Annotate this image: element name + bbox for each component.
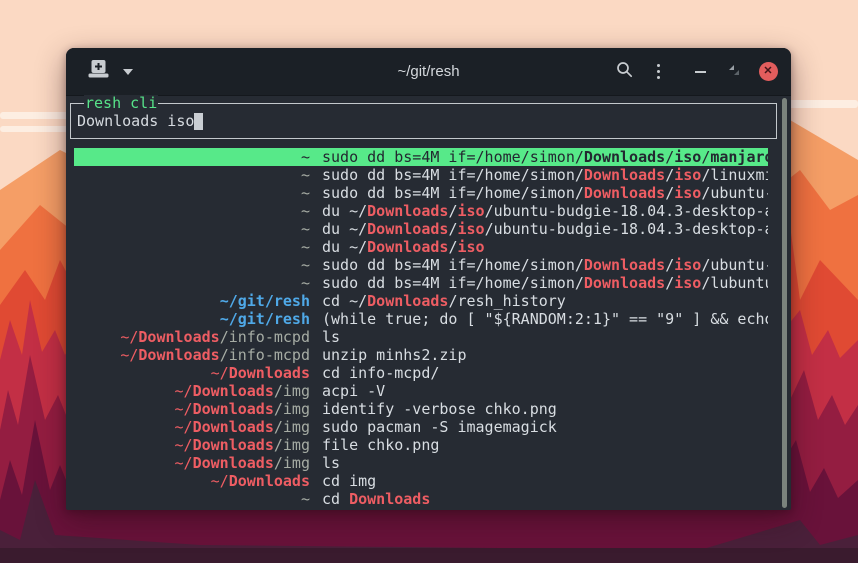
history-row[interactable]: ~/Downloads cd info-mcpd/ <box>74 364 768 382</box>
history-list: ~ sudo dd bs=4M if=/home/simon/Downloads/… <box>74 148 768 508</box>
row-command: cd ~/Downloads/resh_history <box>322 292 768 310</box>
row-command: cd Downloads <box>322 490 768 508</box>
resh-search-frame: resh cli Downloads iso <box>70 103 777 139</box>
row-directory: ~/Downloads <box>77 472 310 490</box>
row-directory: ~/git/resh <box>77 292 310 310</box>
row-directory: ~ <box>77 166 310 184</box>
row-directory: ~ <box>77 238 310 256</box>
history-row[interactable]: ~ cd Downloads <box>74 490 768 508</box>
row-command: identify -verbose chko.png <box>322 400 768 418</box>
row-directory: ~/git/resh <box>77 310 310 328</box>
row-directory: ~/Downloads/info-mcpd <box>77 328 310 346</box>
row-directory: ~/Downloads <box>77 364 310 382</box>
chevron-down-icon <box>123 69 133 75</box>
search-icon <box>616 61 633 83</box>
history-row[interactable]: ~ sudo dd bs=4M if=/home/simon/Downloads/… <box>74 274 768 292</box>
history-row[interactable]: ~/Downloads cd img <box>74 472 768 490</box>
history-row[interactable]: ~/git/resh cd ~/Downloads/resh_history <box>74 292 768 310</box>
row-directory: ~/Downloads/img <box>77 436 310 454</box>
row-directory: ~/Downloads/img <box>77 418 310 436</box>
history-row[interactable]: ~/Downloads/img sudo pacman -S imagemagic… <box>74 418 768 436</box>
row-directory: ~ <box>77 148 310 166</box>
history-row[interactable]: ~ sudo dd bs=4M if=/home/simon/Downloads/… <box>74 256 768 274</box>
restore-button[interactable] <box>717 48 751 96</box>
row-command: ls <box>322 328 768 346</box>
history-row[interactable]: ~/Downloads/img identify -verbose chko.pn… <box>74 400 768 418</box>
history-row[interactable]: ~ du ~/Downloads/iso/ubuntu-budgie-18.04.… <box>74 202 768 220</box>
row-command: du ~/Downloads/iso/ubuntu-budgie-18.04.3… <box>322 220 768 238</box>
row-command: sudo dd bs=4M if=/home/simon/Downloads/i… <box>322 166 768 184</box>
row-directory: ~ <box>77 220 310 238</box>
history-row[interactable]: ~/Downloads/info-mcpd ls <box>74 328 768 346</box>
kebab-menu-icon <box>657 64 660 79</box>
row-directory: ~ <box>77 490 310 508</box>
history-row[interactable]: ~ sudo dd bs=4M if=/home/simon/Downloads/… <box>74 184 768 202</box>
terminal-window: ~/git/resh <box>66 48 791 510</box>
resh-frame-label: resh cli <box>84 95 158 112</box>
new-tab-icon <box>88 60 109 83</box>
history-row[interactable]: ~/Downloads/info-mcpd unzip minhs2.zip <box>74 346 768 364</box>
row-command: (while true; do [ "${RANDOM:2:1}" == "9"… <box>322 310 768 328</box>
row-command: du ~/Downloads/iso <box>322 238 768 256</box>
titlebar: ~/git/resh <box>66 48 791 96</box>
history-row[interactable]: ~ sudo dd bs=4M if=/home/simon/Downloads/… <box>74 166 768 184</box>
scrollbar-thumb[interactable] <box>782 98 787 508</box>
history-row[interactable]: ~/Downloads/img file chko.png <box>74 436 768 454</box>
row-directory: ~ <box>77 184 310 202</box>
history-row[interactable]: ~ sudo dd bs=4M if=/home/simon/Downloads/… <box>74 148 768 166</box>
search-input[interactable]: Downloads iso <box>77 112 203 130</box>
row-command: sudo dd bs=4M if=/home/simon/Downloads/i… <box>322 184 768 202</box>
row-directory: ~ <box>77 202 310 220</box>
row-directory: ~ <box>77 256 310 274</box>
row-command: sudo dd bs=4M if=/home/simon/Downloads/i… <box>322 274 768 292</box>
search-query-text: Downloads iso <box>77 112 194 130</box>
close-button[interactable]: ✕ <box>751 48 785 96</box>
row-command: sudo dd bs=4M if=/home/simon/Downloads/i… <box>322 256 768 274</box>
minimize-button[interactable] <box>683 48 717 96</box>
history-row[interactable]: ~ du ~/Downloads/iso/ubuntu-budgie-18.04.… <box>74 220 768 238</box>
row-command: sudo dd bs=4M if=/home/simon/Downloads/i… <box>322 148 768 166</box>
history-row[interactable]: ~/Downloads/img acpi -V <box>74 382 768 400</box>
search-button[interactable] <box>607 48 641 96</box>
row-directory: ~/Downloads/img <box>77 382 310 400</box>
row-directory: ~/Downloads/img <box>77 454 310 472</box>
close-icon: ✕ <box>759 62 778 81</box>
text-cursor <box>194 113 203 130</box>
row-directory: ~/Downloads/img <box>77 400 310 418</box>
row-command: acpi -V <box>322 382 768 400</box>
row-directory: ~/Downloads/info-mcpd <box>77 346 310 364</box>
history-row[interactable]: ~/git/resh (while true; do [ "${RANDOM:2:… <box>74 310 768 328</box>
history-row[interactable]: ~ du ~/Downloads/iso <box>74 238 768 256</box>
row-command: unzip minhs2.zip <box>322 346 768 364</box>
minimize-icon <box>695 71 706 73</box>
menu-button[interactable] <box>641 48 675 96</box>
row-directory: ~ <box>77 274 310 292</box>
row-command: cd info-mcpd/ <box>322 364 768 382</box>
tab-dropdown-button[interactable] <box>123 48 133 96</box>
restore-icon <box>728 63 740 81</box>
row-command: file chko.png <box>322 436 768 454</box>
row-command: du ~/Downloads/iso/ubuntu-budgie-18.04.3… <box>322 202 768 220</box>
new-tab-button[interactable] <box>88 60 109 83</box>
row-command: ls <box>322 454 768 472</box>
history-row[interactable]: ~/Downloads/img ls <box>74 454 768 472</box>
row-command: cd img <box>322 472 768 490</box>
row-command: sudo pacman -S imagemagick <box>322 418 768 436</box>
